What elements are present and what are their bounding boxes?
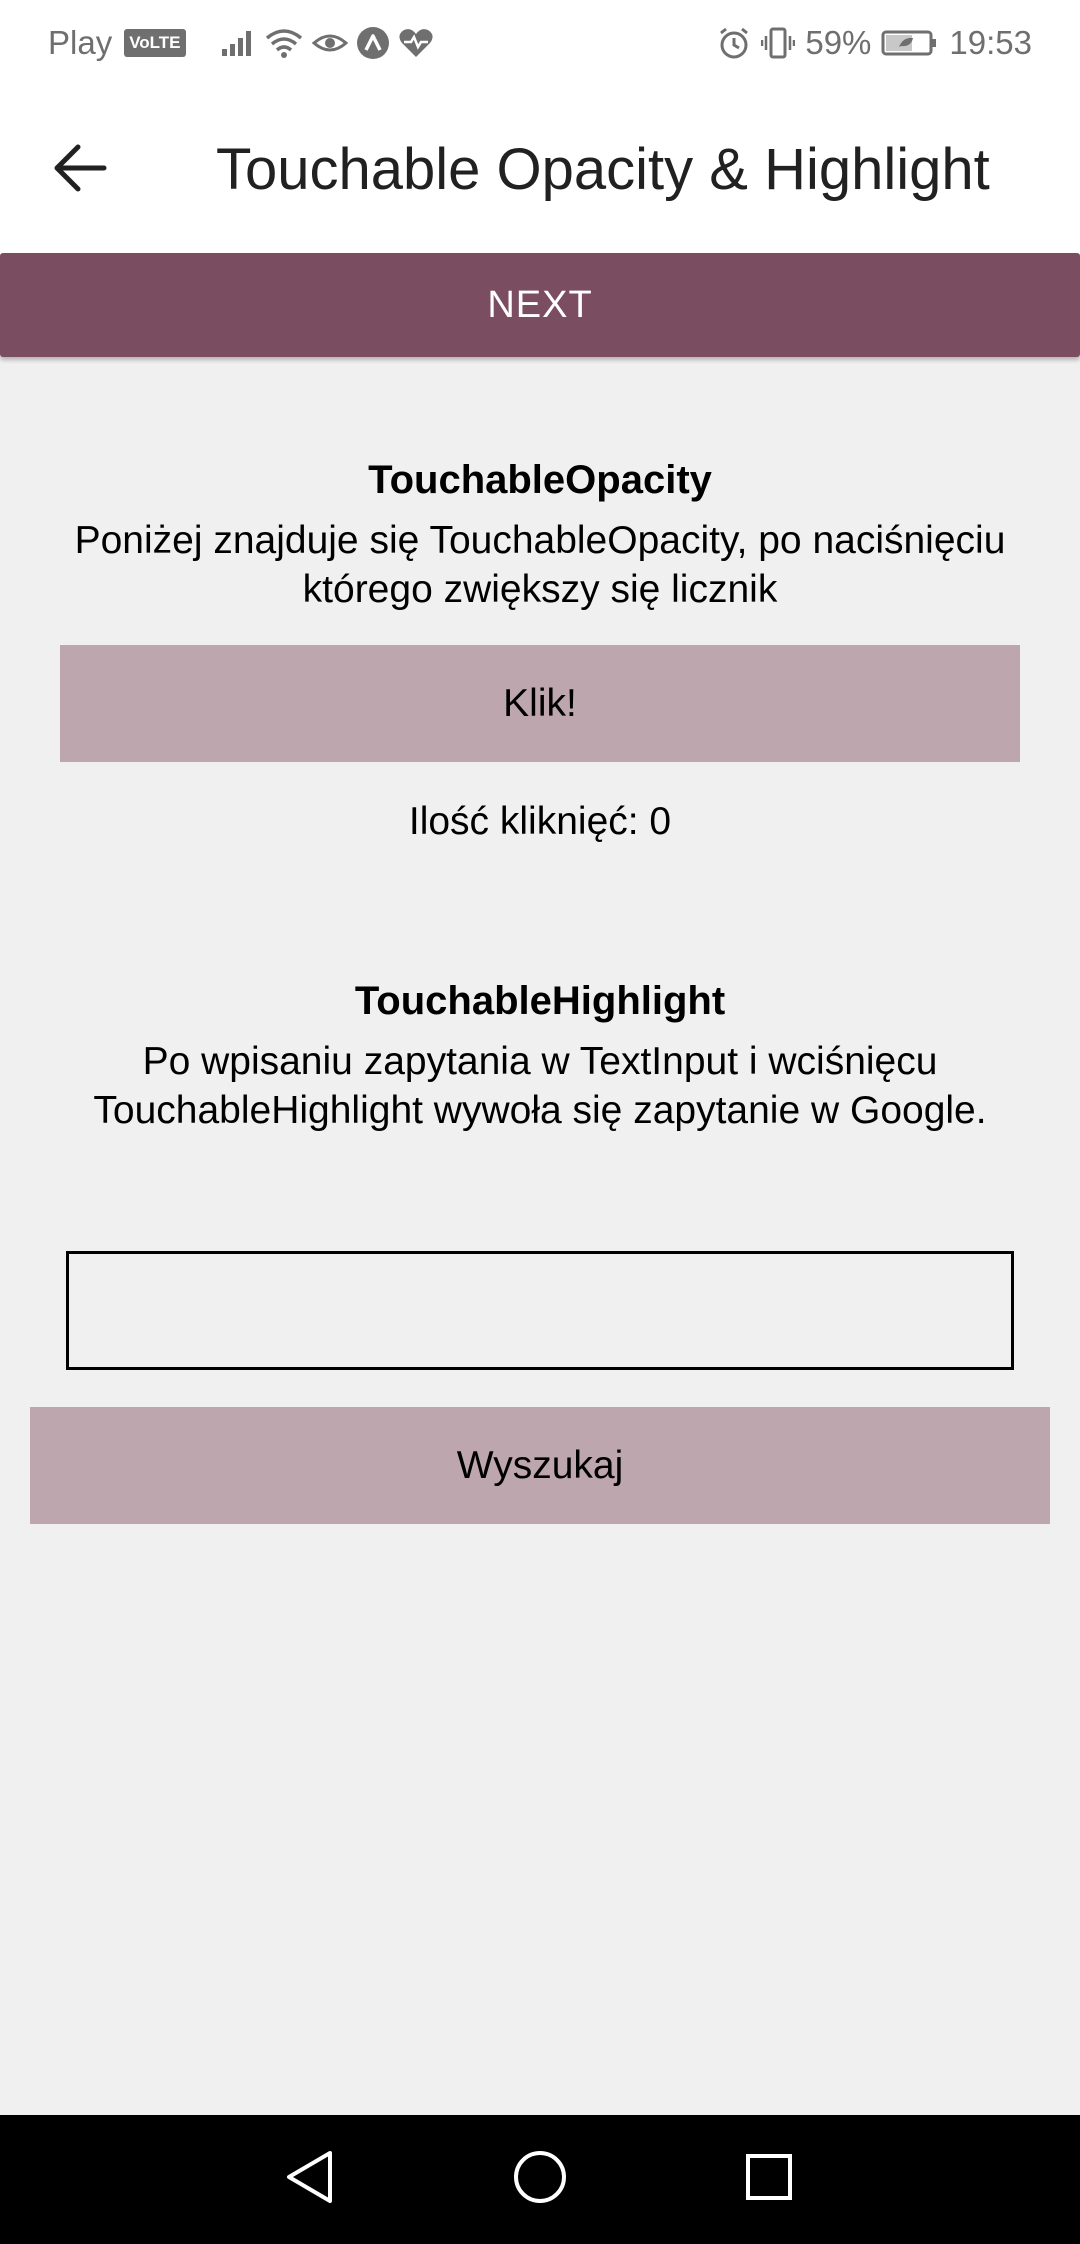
battery-icon	[881, 29, 939, 57]
app-icon	[356, 26, 390, 60]
highlight-section-title: TouchableHighlight	[354, 979, 726, 1023]
search-input[interactable]	[66, 1251, 1014, 1370]
status-bar-left: Play VoLTE	[48, 0, 434, 86]
highlight-section-description: Po wpisaniu zapytania w TextInput i wciś…	[93, 1040, 987, 1132]
next-button[interactable]: NEXT	[0, 253, 1080, 357]
status-bar: Play VoLTE 59% 19:53	[0, 0, 1080, 86]
arrow-left-icon	[52, 143, 108, 198]
battery-percent: 59%	[805, 24, 872, 61]
klik-button[interactable]: Klik!	[60, 645, 1020, 762]
nav-home-button[interactable]	[480, 2115, 600, 2244]
opacity-section-title: TouchableOpacity	[368, 458, 712, 502]
page-title: Touchable Opacity & Highlight	[216, 137, 990, 202]
nav-back-button[interactable]	[250, 2115, 370, 2244]
status-bar-right: 59% 19:53	[717, 0, 1032, 86]
alarm-icon	[717, 26, 751, 60]
nav-recents-icon	[744, 2152, 794, 2207]
app-bar: Touchable Opacity & Highlight	[0, 86, 1080, 254]
nav-back-icon	[283, 2148, 337, 2211]
clock: 19:53	[949, 24, 1032, 61]
opacity-section-description: Poniżej znajduje się TouchableOpacity, p…	[74, 519, 1006, 611]
navigation-bar	[0, 2115, 1080, 2244]
search-button[interactable]: Wyszukaj	[30, 1407, 1050, 1524]
eye-icon	[311, 29, 348, 57]
back-button[interactable]	[40, 133, 120, 207]
volte-badge: VoLTE	[124, 29, 186, 57]
carrier-label: Play	[48, 24, 113, 61]
nav-home-icon	[512, 2149, 568, 2210]
click-counter: Ilość kliknięć: 0	[408, 800, 672, 843]
signal-icon	[220, 29, 256, 57]
wifi-icon	[264, 27, 304, 59]
nav-recents-button[interactable]	[709, 2115, 829, 2244]
vibrate-icon	[761, 26, 796, 60]
heart-icon	[398, 27, 434, 59]
